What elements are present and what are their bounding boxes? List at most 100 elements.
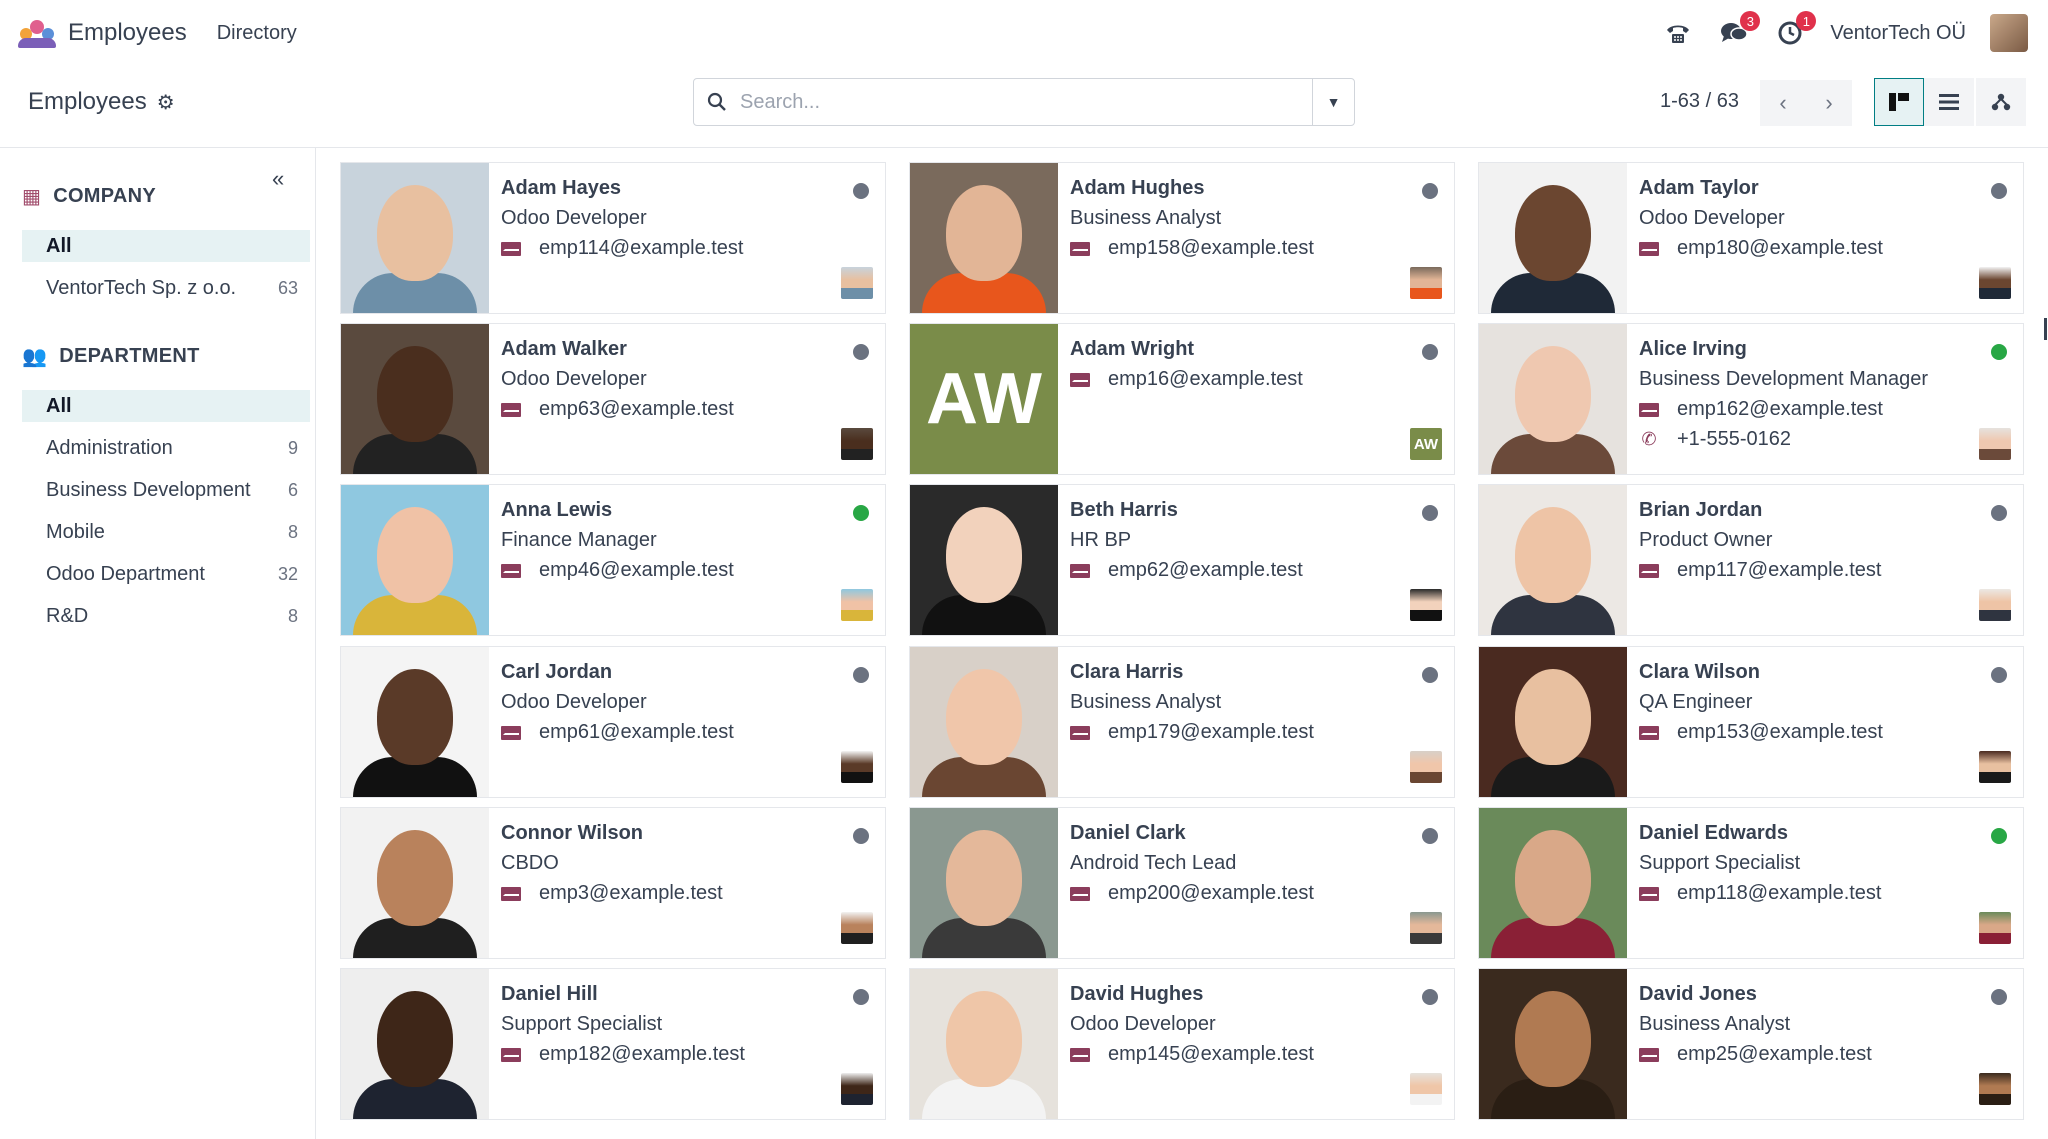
presence-status-icon bbox=[1991, 505, 2007, 521]
phone-icon: ✆ bbox=[1641, 429, 1657, 449]
employee-card[interactable]: Alice Irving Business Development Manager… bbox=[1478, 323, 2024, 475]
app-name[interactable]: Employees bbox=[68, 19, 187, 47]
employee-card[interactable]: Daniel Edwards Support Specialist emp118@… bbox=[1478, 807, 2024, 959]
gear-icon[interactable]: ⚙ bbox=[157, 90, 175, 115]
activities-clock-icon[interactable]: 1 bbox=[1774, 11, 1817, 49]
collapse-sidebar-icon[interactable]: « bbox=[272, 166, 284, 192]
messages-icon[interactable]: 3 bbox=[1718, 11, 1761, 49]
hierarchy-view-button[interactable] bbox=[1976, 78, 2026, 126]
pager-previous-button[interactable]: ‹ bbox=[1760, 80, 1806, 126]
employee-card[interactable]: AW Adam Wright emp16@example.test AW bbox=[909, 323, 1455, 475]
employee-card[interactable]: Clara Wilson QA Engineer emp153@example.t… bbox=[1478, 646, 2024, 798]
department-filter-administration[interactable]: Administration 9 bbox=[22, 432, 310, 464]
user-avatar[interactable] bbox=[1990, 14, 2028, 52]
phone-icon[interactable] bbox=[1662, 17, 1694, 49]
user-avatar[interactable] bbox=[1410, 1073, 1442, 1105]
filter-count: 63 bbox=[277, 277, 298, 298]
employee-job-title: Business Development Manager bbox=[1639, 368, 1929, 390]
email-text: emp145@example.test bbox=[1108, 1043, 1314, 1065]
user-avatar[interactable] bbox=[841, 912, 873, 944]
email-text: emp158@example.test bbox=[1108, 237, 1314, 259]
company-filter-ventortech-sp[interactable]: VentorTech Sp. z o.o. 63 bbox=[22, 272, 310, 304]
user-avatar[interactable]: AW bbox=[1410, 428, 1442, 460]
employee-email: emp180@example.test bbox=[1639, 237, 1883, 260]
employee-photo bbox=[910, 808, 1058, 958]
search-icon bbox=[694, 92, 740, 112]
company-switcher[interactable]: VentorTech OÜ bbox=[1830, 22, 1966, 45]
email-text: emp117@example.test bbox=[1677, 559, 1882, 581]
envelope-icon bbox=[1639, 563, 1659, 578]
user-avatar[interactable] bbox=[1979, 1073, 2011, 1105]
employee-job-title: Product Owner bbox=[1639, 529, 1773, 551]
pager-next-button[interactable]: › bbox=[1806, 80, 1852, 126]
search-panel-sidebar: « ▦ COMPANY All VentorTech Sp. z o.o. 63… bbox=[0, 148, 316, 1139]
kanban-view-button[interactable] bbox=[1874, 78, 1924, 126]
employee-card[interactable]: David Hughes Odoo Developer emp145@exampl… bbox=[909, 968, 1455, 1120]
employee-card[interactable]: Beth Harris HR BP emp62@example.test bbox=[909, 484, 1455, 636]
employee-card[interactable]: Daniel Clark Android Tech Lead emp200@exa… bbox=[909, 807, 1455, 959]
filter-label: All bbox=[46, 394, 72, 417]
employee-card[interactable]: Adam Hayes Odoo Developer emp114@example.… bbox=[340, 162, 886, 314]
employee-card[interactable]: David Jones Business Analyst emp25@exampl… bbox=[1478, 968, 2024, 1120]
employee-card[interactable]: Connor Wilson CBDO emp3@example.test bbox=[340, 807, 886, 959]
company-filter-all[interactable]: All bbox=[22, 230, 310, 262]
department-filter-rd[interactable]: R&D 8 bbox=[22, 600, 310, 632]
employee-card[interactable]: Brian Jordan Product Owner emp117@example… bbox=[1478, 484, 2024, 636]
department-filter-all[interactable]: All bbox=[22, 390, 310, 422]
breadcrumb: Employees ⚙ bbox=[28, 88, 175, 116]
user-avatar[interactable] bbox=[1410, 912, 1442, 944]
employee-card[interactable]: Adam Taylor Odoo Developer emp180@example… bbox=[1478, 162, 2024, 314]
email-text: emp200@example.test bbox=[1108, 882, 1314, 904]
user-avatar[interactable] bbox=[1410, 751, 1442, 783]
employee-job-title: Odoo Developer bbox=[1070, 1013, 1216, 1035]
filter-label: VentorTech Sp. z o.o. bbox=[46, 276, 237, 299]
email-text: emp16@example.test bbox=[1108, 368, 1303, 390]
employee-card[interactable]: Adam Hughes Business Analyst emp158@examp… bbox=[909, 162, 1455, 314]
employee-email: emp145@example.test bbox=[1070, 1043, 1314, 1066]
user-avatar[interactable] bbox=[841, 267, 873, 299]
menu-directory[interactable]: Directory bbox=[217, 22, 297, 45]
department-section-title: 👥 DEPARTMENT bbox=[22, 344, 200, 369]
user-avatar[interactable] bbox=[841, 751, 873, 783]
list-view-button[interactable] bbox=[1924, 78, 1974, 126]
employee-card[interactable]: Clara Harris Business Analyst emp179@exam… bbox=[909, 646, 1455, 798]
email-text: emp3@example.test bbox=[539, 882, 723, 904]
user-avatar[interactable] bbox=[1979, 428, 2011, 460]
presence-status-icon bbox=[1991, 989, 2007, 1005]
employee-name: Alice Irving bbox=[1639, 338, 1747, 360]
employee-card[interactable]: Anna Lewis Finance Manager emp46@example.… bbox=[340, 484, 886, 636]
employee-name: Adam Walker bbox=[501, 338, 627, 360]
envelope-icon bbox=[1070, 725, 1090, 740]
envelope-icon bbox=[1070, 372, 1090, 387]
employee-job-title: Odoo Developer bbox=[501, 691, 647, 713]
user-avatar[interactable] bbox=[1979, 267, 2011, 299]
user-avatar[interactable] bbox=[1979, 589, 2011, 621]
user-avatar[interactable] bbox=[1979, 912, 2011, 944]
department-filter-odoo-department[interactable]: Odoo Department 32 bbox=[22, 558, 310, 590]
employee-card[interactable]: Carl Jordan Odoo Developer emp61@example.… bbox=[340, 646, 886, 798]
employee-card[interactable]: Daniel Hill Support Specialist emp182@exa… bbox=[340, 968, 886, 1120]
user-avatar[interactable] bbox=[841, 589, 873, 621]
envelope-icon bbox=[1639, 1047, 1659, 1062]
presence-status-icon bbox=[853, 989, 869, 1005]
envelope-icon bbox=[1070, 563, 1090, 578]
department-filter-mobile[interactable]: Mobile 8 bbox=[22, 516, 310, 548]
user-avatar[interactable] bbox=[841, 428, 873, 460]
user-avatar[interactable] bbox=[1410, 589, 1442, 621]
search-options-dropdown-icon[interactable]: ▼ bbox=[1312, 79, 1354, 125]
department-filter-business-development[interactable]: Business Development 6 bbox=[22, 474, 310, 506]
user-avatar[interactable] bbox=[1410, 267, 1442, 299]
employees-app-icon[interactable] bbox=[18, 18, 56, 48]
employee-job-title: Business Analyst bbox=[1070, 691, 1222, 713]
search-input[interactable] bbox=[740, 90, 1312, 114]
user-avatar[interactable] bbox=[1979, 751, 2011, 783]
employee-card[interactable]: Adam Walker Odoo Developer emp63@example.… bbox=[340, 323, 886, 475]
employee-photo bbox=[1479, 163, 1627, 313]
employee-photo bbox=[910, 485, 1058, 635]
filter-count: 6 bbox=[287, 479, 298, 500]
pager-value[interactable]: 1-63 / 63 bbox=[1660, 90, 1739, 113]
user-avatar[interactable] bbox=[841, 1073, 873, 1105]
presence-status-icon bbox=[1991, 183, 2007, 199]
employee-name: Adam Wright bbox=[1070, 338, 1195, 360]
email-text: emp62@example.test bbox=[1108, 559, 1303, 581]
